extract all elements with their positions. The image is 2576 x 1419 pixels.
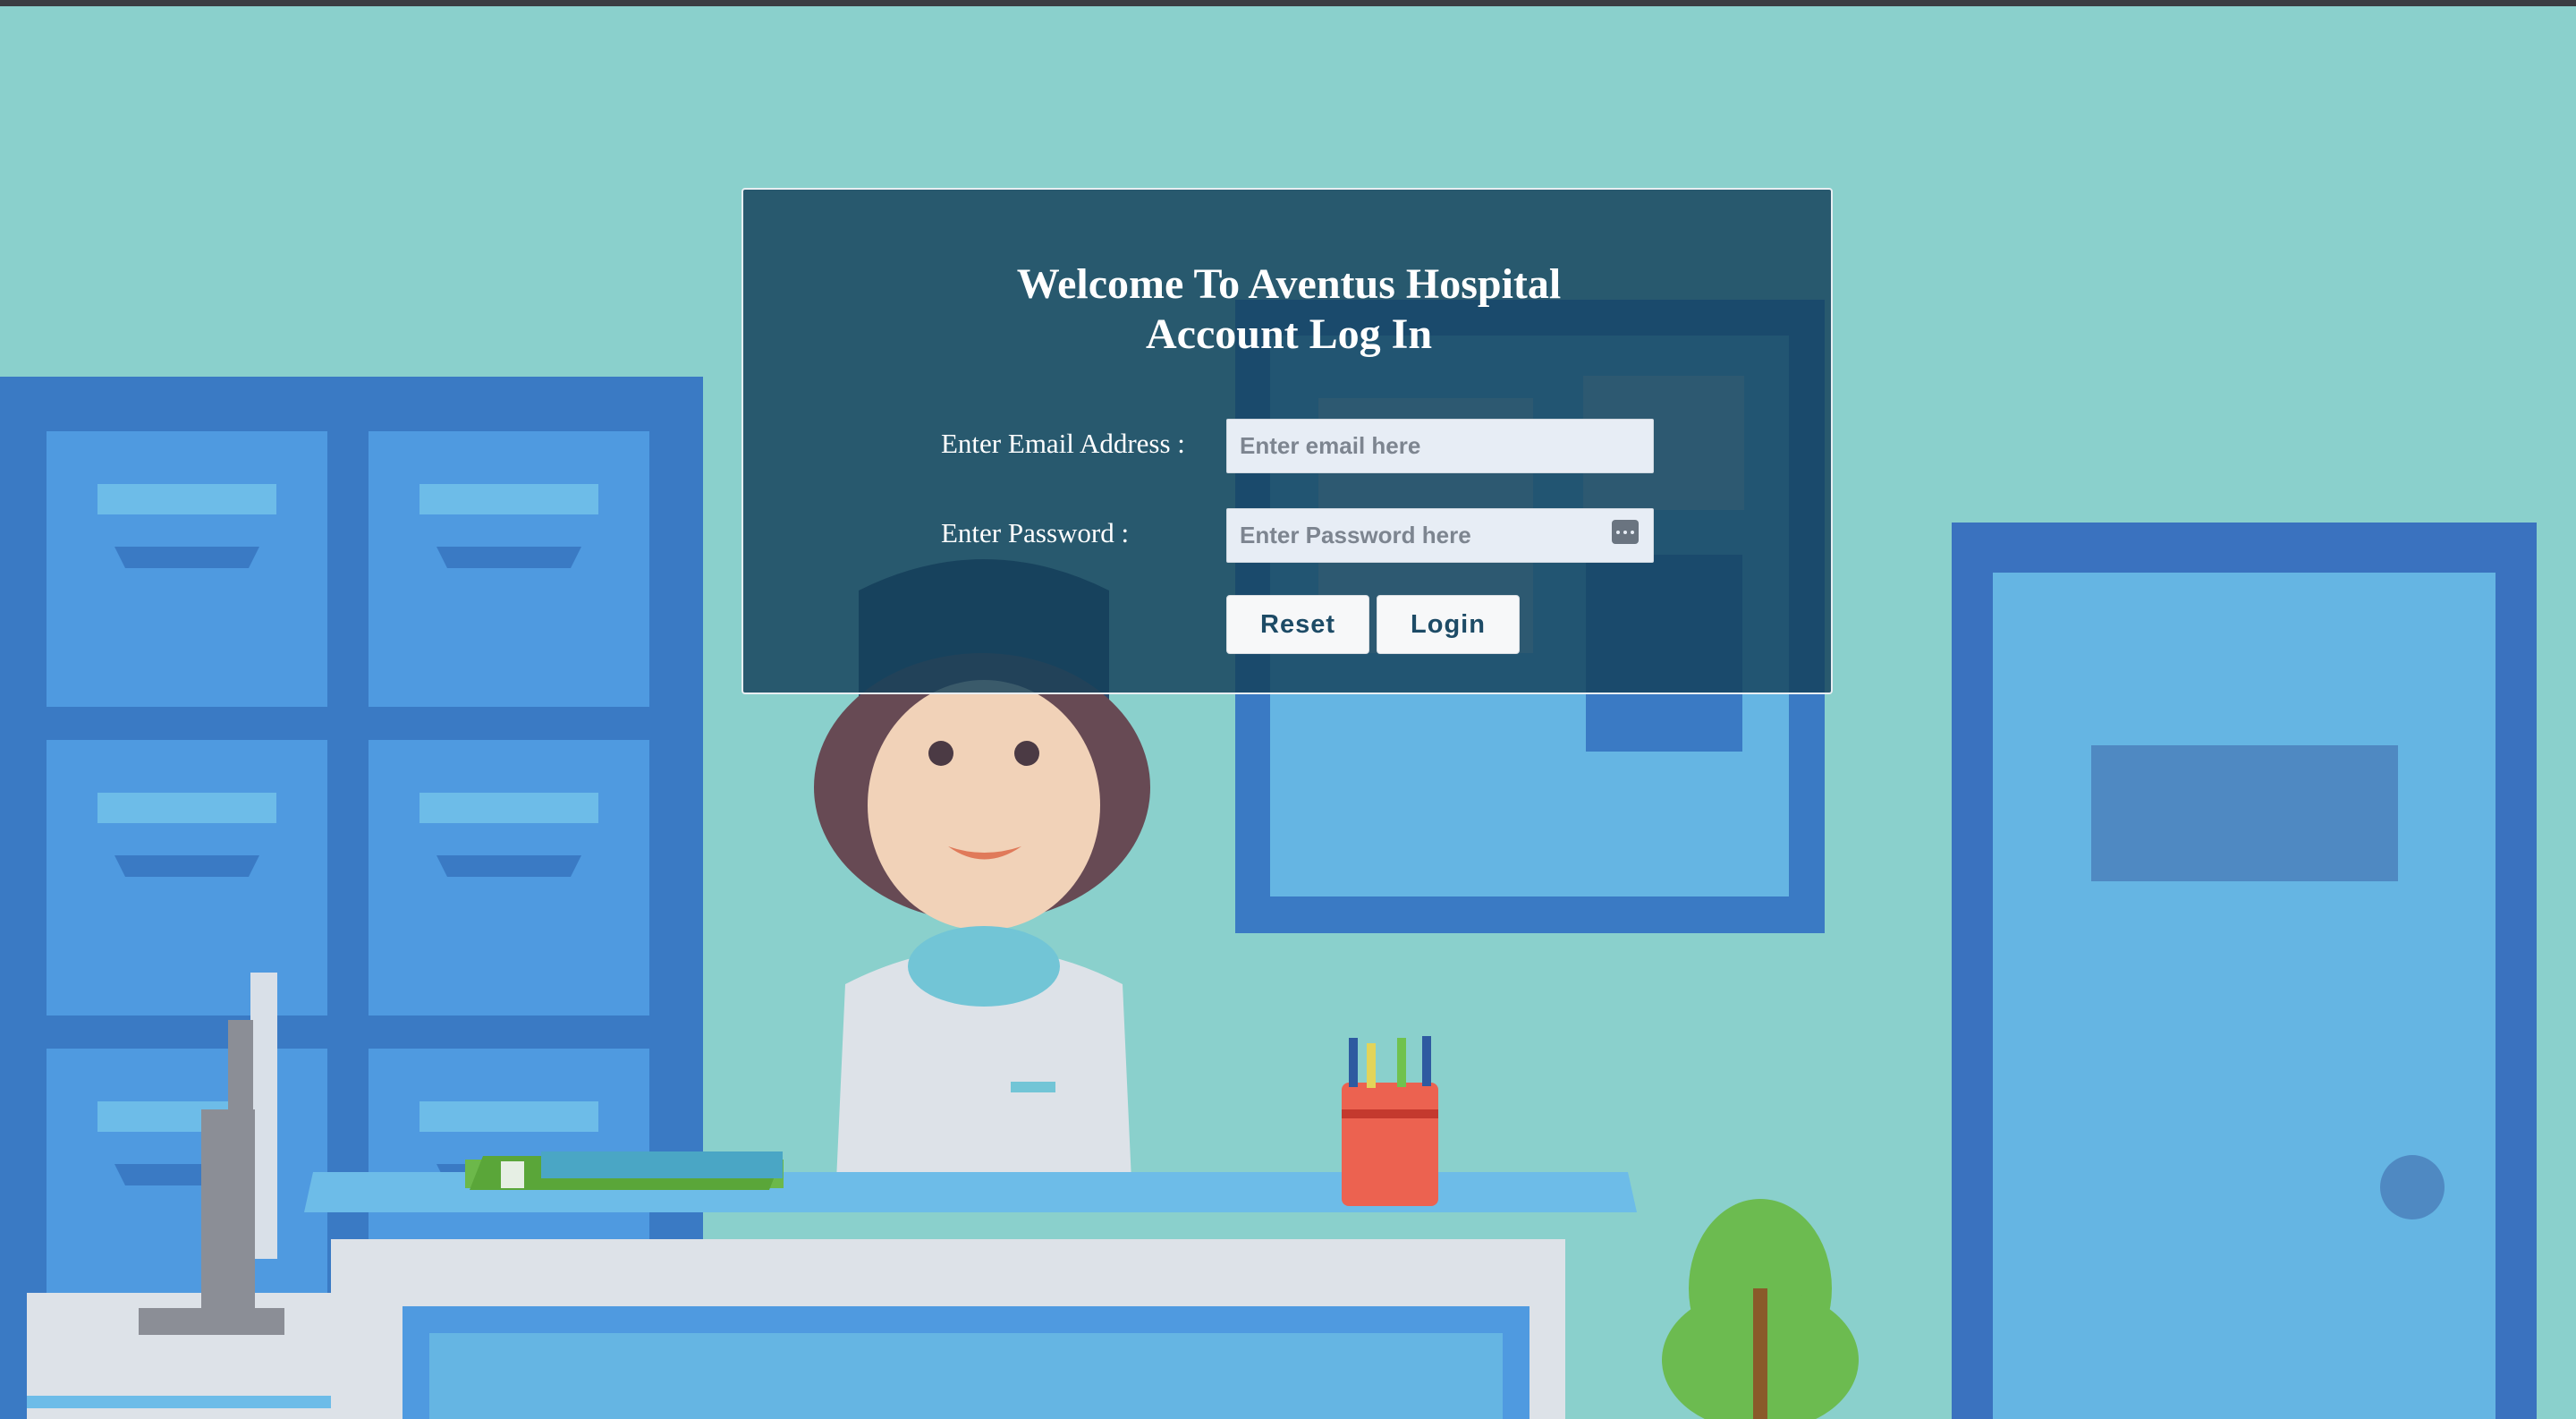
email-input[interactable] bbox=[1226, 419, 1654, 473]
login-panel: Welcome To Aventus Hospital Account Log … bbox=[741, 188, 1833, 694]
email-label: Enter Email Address : bbox=[941, 428, 1185, 459]
password-input[interactable] bbox=[1226, 508, 1654, 563]
books bbox=[465, 1151, 784, 1190]
login-button[interactable]: Login bbox=[1377, 595, 1520, 654]
potted-plant bbox=[1662, 1199, 1859, 1419]
reset-button[interactable]: Reset bbox=[1226, 595, 1369, 654]
login-heading: Welcome To Aventus Hospital Account Log … bbox=[743, 259, 1835, 360]
door bbox=[1952, 523, 2537, 1419]
heading-line-account-login: Account Log In bbox=[1145, 310, 1433, 358]
pen-cup bbox=[1342, 1036, 1438, 1206]
heading-line-welcome: Welcome To Aventus Hospital bbox=[1016, 260, 1562, 308]
password-label: Enter Password : bbox=[941, 517, 1130, 548]
password-key-icon[interactable] bbox=[1612, 520, 1639, 544]
